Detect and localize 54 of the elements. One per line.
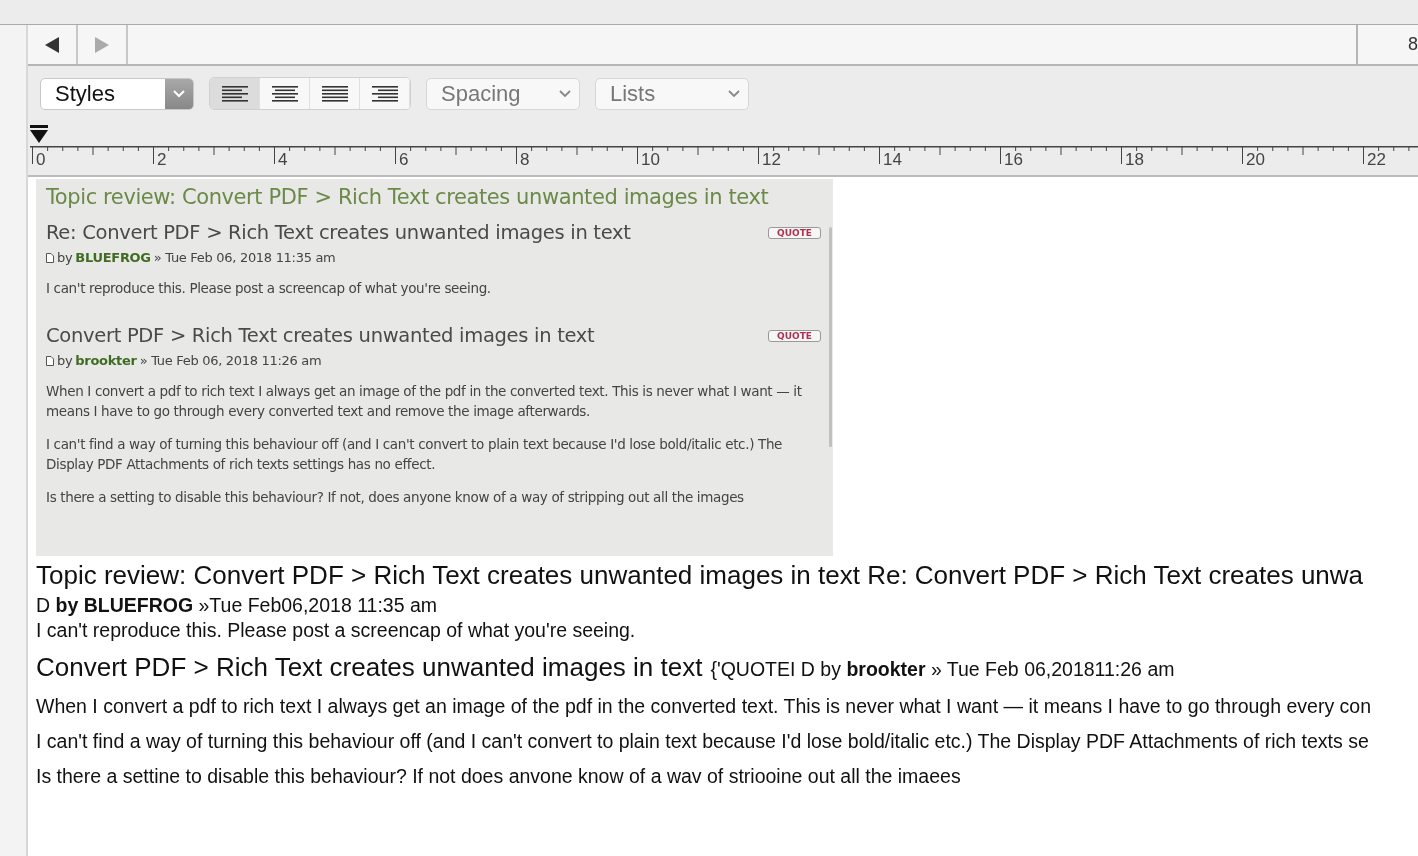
alignment-control[interactable] [209, 77, 411, 110]
align-left-icon [219, 83, 250, 104]
post-date: » Tue Feb 06, 2018 11:35 am [153, 250, 336, 265]
post-icon [46, 355, 54, 366]
paragraph-text: Is there a settine to disable this behaviour? If not does anvone know of a wav of striooine out all the imaees [36, 764, 962, 788]
styles-dropdown[interactable]: Styles [40, 77, 194, 110]
post-paragraph: I can't reproduce this. Please post a screencap of what you're seeing. [46, 279, 492, 298]
quote-button[interactable]: QUOTE [768, 226, 821, 239]
post-icon [46, 252, 54, 263]
ruler-label: 14 [883, 150, 902, 169]
post-title: Re: Convert PDF > Rich Text creates unwanted images in text [46, 221, 631, 244]
post-paragraph: Is there a setting to disable this behaviour? If not, does anyone know of a way of stripping out all the images [46, 488, 745, 507]
tab-stop-icon[interactable] [30, 125, 48, 143]
ruler-label: 22 [1367, 150, 1386, 169]
heading-text: Convert PDF > Rich Text creates unwanted images in text [36, 652, 703, 683]
page-field[interactable]: 8 [1356, 25, 1418, 64]
scrollbar[interactable] [829, 227, 832, 447]
paragraph-text: When I convert a pdf to rich text I always get an image of the pdf in the converted text. This is never what I want — it means I have to go through every con [36, 694, 1372, 718]
align-button[interactable] [210, 78, 260, 109]
align-justify-icon [319, 83, 350, 104]
ruler-label: 12 [762, 150, 781, 169]
ruler-label: 6 [399, 150, 409, 169]
body-text: I can't reproduce this. Please post a screencap of what you're seeing. [36, 618, 637, 642]
chevron-down-icon [559, 89, 571, 98]
ruler-label: 18 [1125, 150, 1144, 169]
ruler-label: 0 [36, 150, 46, 169]
align-center-icon [269, 83, 300, 104]
post-paragraph: I can't find a way of turning this behaviour off (and I can't convert to plain text because I'd lose bold/italic etc.) The Display PDF Attachments of rich texts settings has no effect. [46, 435, 784, 474]
post-title: Convert PDF > Rich Text creates unwanted images in text [46, 324, 595, 347]
ruler-label: 8 [520, 150, 530, 169]
back-arrow-icon [44, 35, 60, 54]
author-link[interactable]: brookter [75, 353, 137, 368]
by-label: by [57, 250, 73, 265]
lists-dropdown[interactable]: Lists [595, 77, 749, 110]
post-paragraph: When I convert a pdf to rich text I always get an image of the pdf in the converted text. This is never what I want — it means I have to go through every converted text and remove the image afterwards. [46, 382, 803, 421]
heading-text: Topic review: Convert PDF > Rich Text creates unwanted images in text Re: Convert PDF > Rich Text creates unwa [36, 560, 1365, 590]
meta-text: {'QUOTEI D by brookter » Tue Feb 06,201811:26 am [710, 658, 1175, 681]
ruler-label: 10 [641, 150, 660, 169]
forward-arrow-icon [94, 35, 110, 54]
paragraph-text: I can't find a way of turning this behaviour off (and I can't convert to plain text because I'd lose bold/italic etc.) The Display PDF Attachments of rich texts se [36, 729, 1370, 753]
post-date: » Tue Feb 06, 2018 11:26 am [139, 353, 322, 368]
meta-text: D by BLUEFROG »Tue Feb06,2018 11:35 am [36, 593, 438, 618]
ruler-label: 16 [1004, 150, 1023, 169]
chevron-down-icon [173, 89, 185, 98]
ruler-label: 20 [1246, 150, 1265, 169]
chevron-down-icon [728, 89, 740, 98]
ruler-label: 2 [157, 150, 167, 169]
by-label: by [57, 353, 73, 368]
topic-title: Topic review: Convert PDF > Rich Text creates unwanted images in text [46, 185, 770, 209]
author-link[interactable]: BLUEFROG [75, 250, 151, 265]
spacing-dropdown[interactable]: Spacing [426, 77, 580, 110]
quote-button[interactable]: QUOTE [768, 329, 821, 342]
align-right-icon [369, 83, 400, 104]
ruler-label: 4 [278, 150, 288, 169]
